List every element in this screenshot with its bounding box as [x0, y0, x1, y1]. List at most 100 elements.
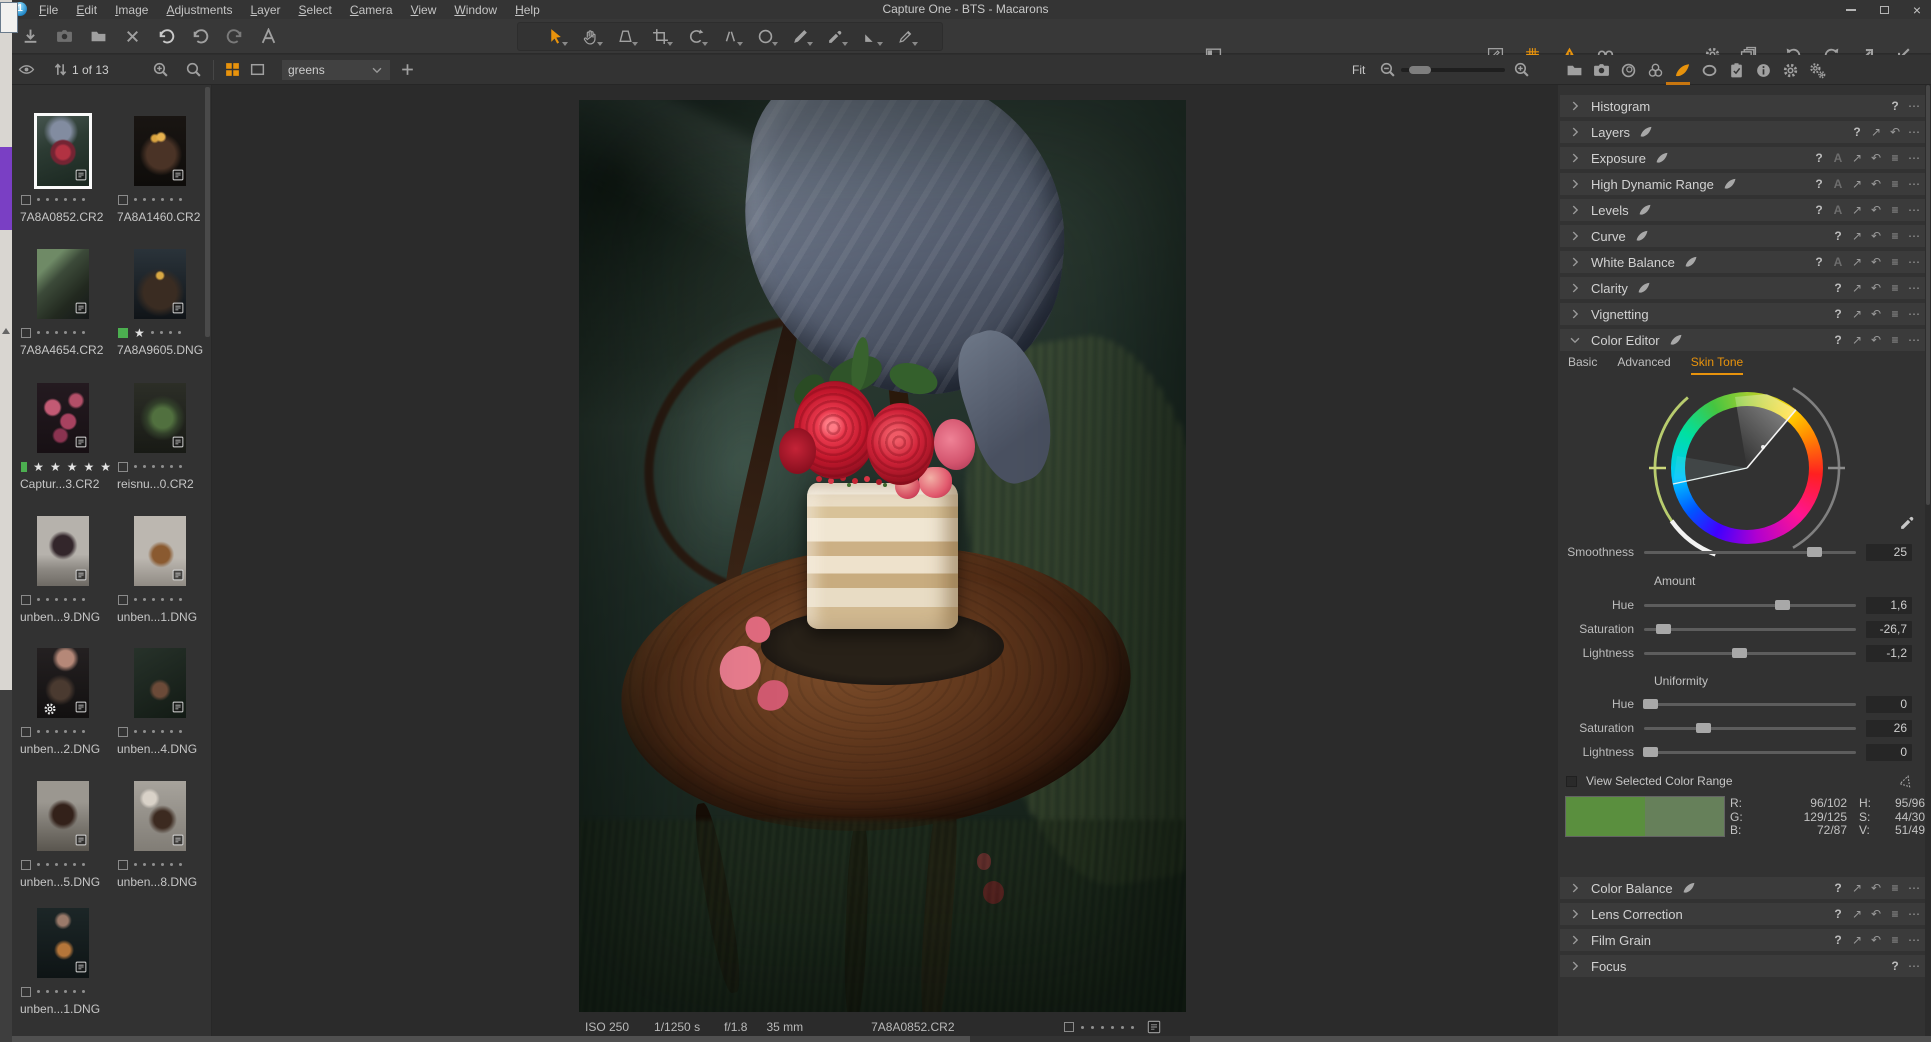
- chevron-right-icon[interactable]: [1568, 229, 1582, 243]
- slider-track[interactable]: [1644, 604, 1856, 607]
- more-icon[interactable]: ⋯: [1908, 229, 1920, 243]
- filter-dropdown[interactable]: greens: [282, 60, 390, 80]
- thumb-filename[interactable]: unben...1.DNG: [15, 1002, 111, 1016]
- slider-track[interactable]: [1644, 551, 1856, 554]
- rating-dot[interactable]: [179, 465, 182, 468]
- rating-dot[interactable]: [37, 990, 40, 993]
- rating-dot[interactable]: [46, 598, 49, 601]
- rating-dot[interactable]: [82, 198, 85, 201]
- draw-mask-tool-icon[interactable]: [787, 26, 813, 48]
- zoom-in-icon[interactable]: [1513, 61, 1530, 78]
- rating-dot[interactable]: [143, 863, 146, 866]
- rating-dot[interactable]: [82, 331, 85, 334]
- thumbnail-image[interactable]: [134, 781, 186, 851]
- grid-view-icon[interactable]: [224, 61, 241, 78]
- thumb-filename[interactable]: 7A8A4654.CR2: [15, 343, 111, 357]
- slider-handle[interactable]: [1643, 699, 1658, 709]
- reset-icon[interactable]: ↶: [1870, 907, 1882, 921]
- thumbnail-image[interactable]: [134, 383, 186, 453]
- chevron-right-icon[interactable]: [1568, 177, 1582, 191]
- zoom-in-browser-icon[interactable]: [152, 61, 169, 78]
- presets-icon[interactable]: ≡: [1889, 281, 1901, 295]
- thumb-filename[interactable]: unben...8.DNG: [112, 875, 208, 889]
- star-icon[interactable]: ★: [33, 462, 44, 472]
- thumb-filename[interactable]: Captur...3.CR2: [15, 477, 111, 491]
- rating-dot[interactable]: [55, 331, 58, 334]
- thumbnail-image[interactable]: [37, 648, 89, 718]
- maximize-button-icon[interactable]: [1880, 6, 1889, 14]
- thumb-checkbox[interactable]: [21, 987, 31, 997]
- more-icon[interactable]: ⋯: [1908, 933, 1920, 947]
- auto-icon[interactable]: A: [1832, 177, 1844, 191]
- slider-value[interactable]: -1,2: [1866, 645, 1912, 662]
- rating-dot[interactable]: [143, 730, 146, 733]
- minimize-button-icon[interactable]: [1846, 9, 1856, 11]
- rating-dot[interactable]: [161, 598, 164, 601]
- presets-icon[interactable]: ≡: [1889, 229, 1901, 243]
- search-icon[interactable]: [185, 61, 202, 78]
- photo-canvas[interactable]: [579, 100, 1186, 1012]
- more-icon[interactable]: ⋯: [1908, 177, 1920, 191]
- menu-select[interactable]: Select: [290, 3, 341, 17]
- browser-cell[interactable]: unben...1.DNG: [112, 516, 208, 624]
- rating-dot[interactable]: [179, 598, 182, 601]
- add-filter-icon[interactable]: [399, 61, 416, 78]
- rating-dot[interactable]: [179, 730, 182, 733]
- chevron-right-icon[interactable]: [1568, 99, 1582, 113]
- keystone-tool-icon[interactable]: [717, 26, 743, 48]
- close-button-icon[interactable]: ×: [1913, 3, 1921, 17]
- rating-dot[interactable]: [55, 990, 58, 993]
- open-folder-icon[interactable]: [90, 28, 107, 45]
- rating-dot[interactable]: [46, 730, 49, 733]
- rating-dot[interactable]: [178, 331, 181, 334]
- section-exposure[interactable]: Exposure?A↗↶≡⋯: [1560, 147, 1926, 169]
- rating-dot[interactable]: [73, 863, 76, 866]
- section-high-dynamic-range[interactable]: High Dynamic Range?A↗↶≡⋯: [1560, 173, 1926, 195]
- thumbnail-image[interactable]: [37, 383, 89, 453]
- reset-icon[interactable]: ↶: [1870, 255, 1882, 269]
- browser-cell[interactable]: unben...5.DNG: [15, 781, 111, 889]
- copy-icon[interactable]: ↗: [1851, 203, 1863, 217]
- section-film-grain[interactable]: Film Grain?↗↶≡⋯: [1560, 929, 1926, 951]
- copy-icon[interactable]: ↗: [1851, 151, 1863, 165]
- copy-icon[interactable]: ↗: [1851, 307, 1863, 321]
- rating-dot[interactable]: [170, 730, 173, 733]
- slider-track[interactable]: [1644, 727, 1856, 730]
- select-tool-icon[interactable]: [542, 26, 568, 48]
- help-icon[interactable]: ?: [1832, 881, 1844, 895]
- rating-dot[interactable]: [179, 198, 182, 201]
- browser-cell[interactable]: unben...9.DNG: [15, 516, 111, 624]
- more-icon[interactable]: ⋯: [1908, 907, 1920, 921]
- copy-icon[interactable]: ↗: [1851, 281, 1863, 295]
- menu-file[interactable]: File: [30, 3, 67, 17]
- thumb-filename[interactable]: unben...4.DNG: [112, 742, 208, 756]
- zoom-slider[interactable]: [1401, 68, 1505, 72]
- skin-tone-picker-icon[interactable]: [1899, 514, 1916, 531]
- rating-dot[interactable]: [134, 730, 137, 733]
- slider-track[interactable]: [1644, 751, 1856, 754]
- chevron-right-icon[interactable]: [1568, 907, 1582, 921]
- thumbnail-image[interactable]: [37, 908, 89, 978]
- rating-dot[interactable]: [46, 990, 49, 993]
- rating-dot[interactable]: [37, 863, 40, 866]
- thumb-checkbox[interactable]: [118, 860, 128, 870]
- slider-handle[interactable]: [1656, 624, 1671, 634]
- browser-cell[interactable]: 7A8A1460.CR2: [112, 116, 208, 224]
- zoom-out-icon[interactable]: [1379, 61, 1396, 78]
- section-white-balance[interactable]: White Balance?A↗↶≡⋯: [1560, 251, 1926, 273]
- reset-icon[interactable]: ↶: [1870, 333, 1882, 347]
- rating-dot[interactable]: [161, 465, 164, 468]
- rating-dot[interactable]: [169, 331, 172, 334]
- help-icon[interactable]: ?: [1832, 933, 1844, 947]
- section-histogram[interactable]: Histogram?⋯: [1560, 95, 1926, 117]
- thumb-filename[interactable]: unben...5.DNG: [15, 875, 111, 889]
- rating-dot[interactable]: [143, 465, 146, 468]
- help-icon[interactable]: ?: [1832, 307, 1844, 321]
- thumb-filename[interactable]: unben...1.DNG: [112, 610, 208, 624]
- auto-icon[interactable]: A: [1832, 203, 1844, 217]
- copy-icon[interactable]: ↗: [1851, 907, 1863, 921]
- color-range-wedge-icon[interactable]: [1899, 774, 1913, 788]
- thumb-filename[interactable]: 7A8A0852.CR2: [15, 210, 111, 224]
- rating-dot[interactable]: [161, 198, 164, 201]
- more-icon[interactable]: ⋯: [1908, 99, 1920, 113]
